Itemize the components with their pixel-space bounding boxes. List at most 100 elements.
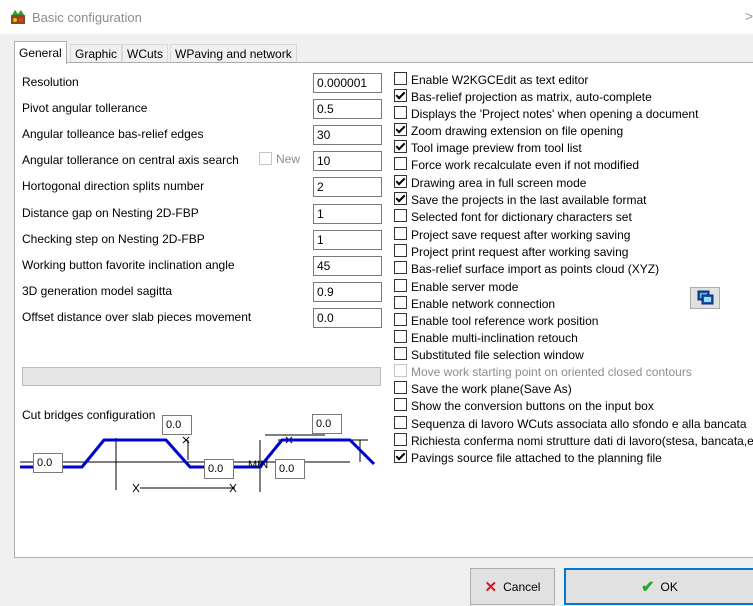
- option-checkbox[interactable]: [394, 157, 407, 170]
- cut-bridge-left-value[interactable]: [33, 453, 63, 473]
- option-checkbox[interactable]: [394, 313, 407, 326]
- option-label: Substituted file selection window: [411, 348, 584, 362]
- option-label: Enable tool reference work position: [411, 314, 599, 328]
- cancel-button[interactable]: ✕ Cancel: [470, 568, 555, 605]
- cancel-button-label: Cancel: [503, 579, 541, 594]
- tab-general[interactable]: General: [14, 41, 67, 64]
- option-row[interactable]: Enable tool reference work position: [394, 313, 598, 329]
- option-checkbox[interactable]: [394, 398, 407, 411]
- option-checkbox[interactable]: [394, 227, 407, 240]
- option-checkbox[interactable]: [394, 123, 407, 136]
- checking-step-input[interactable]: [313, 230, 382, 250]
- min-label: MIN: [248, 459, 269, 471]
- close-icon[interactable]: >: [745, 8, 753, 24]
- option-checkbox[interactable]: [394, 261, 407, 274]
- param-label-checking-step: Checking step on Nesting 2D-FBP: [22, 232, 205, 246]
- option-checkbox[interactable]: [394, 140, 407, 153]
- param-label-bas-relief-edges: Angular tolleance bas-relief edges: [22, 127, 204, 141]
- option-row[interactable]: Sequenza di lavoro WCuts associata allo …: [394, 416, 747, 432]
- option-row[interactable]: Save the work plane(Save As): [394, 381, 572, 397]
- option-row[interactable]: Richiesta conferma nomi strutture dati d…: [394, 433, 753, 449]
- ok-button[interactable]: ✔ OK: [564, 568, 753, 605]
- option-checkbox[interactable]: [394, 416, 407, 429]
- option-label: Pavings source file attached to the plan…: [411, 451, 662, 465]
- option-checkbox[interactable]: [394, 433, 407, 446]
- param-label-distance-gap: Distance gap on Nesting 2D-FBP: [22, 206, 199, 220]
- app-icon: [11, 10, 25, 24]
- tab-wpaving-network[interactable]: WPaving and network: [170, 44, 297, 63]
- option-checkbox[interactable]: [394, 89, 407, 102]
- cut-bridge-min-value[interactable]: [275, 459, 305, 479]
- inclination-angle-input[interactable]: [313, 256, 382, 276]
- cut-bridge-bottom-value[interactable]: [204, 459, 234, 479]
- option-checkbox: [394, 364, 407, 377]
- central-axis-input[interactable]: [313, 151, 382, 171]
- option-checkbox[interactable]: [394, 192, 407, 205]
- cut-bridge-top-right-value[interactable]: [312, 414, 342, 434]
- bas-relief-edges-input[interactable]: [313, 125, 382, 145]
- ok-button-label: OK: [660, 579, 678, 594]
- resolution-input[interactable]: [313, 73, 382, 93]
- option-checkbox[interactable]: [394, 381, 407, 394]
- option-checkbox[interactable]: [394, 450, 407, 463]
- tab-wcuts[interactable]: WCuts: [122, 44, 168, 63]
- option-checkbox[interactable]: [394, 330, 407, 343]
- option-checkbox[interactable]: [394, 296, 407, 309]
- param-label-sagitta: 3D generation model sagitta: [22, 284, 173, 298]
- option-label: Move work starting point on oriented clo…: [411, 365, 692, 379]
- option-row[interactable]: Enable network connection: [394, 296, 555, 312]
- param-label-inclination-angle: Working button favorite inclination angl…: [22, 258, 235, 272]
- option-row[interactable]: Substituted file selection window: [394, 347, 584, 363]
- distance-gap-input[interactable]: [313, 204, 382, 224]
- option-row[interactable]: Bas-relief projection as matrix, auto-co…: [394, 89, 652, 105]
- option-label: Enable network connection: [411, 297, 556, 311]
- option-row[interactable]: Pavings source file attached to the plan…: [394, 450, 662, 466]
- option-row[interactable]: Tool image preview from tool list: [394, 140, 582, 156]
- option-label: Save the work plane(Save As): [411, 382, 572, 396]
- sagitta-input[interactable]: [313, 282, 382, 302]
- option-label: Save the projects in the last available …: [411, 193, 647, 207]
- option-label: Enable W2KGCEdit as text editor: [411, 73, 589, 87]
- option-checkbox[interactable]: [394, 106, 407, 119]
- option-label: Zoom drawing extension on file opening: [411, 124, 624, 138]
- option-row[interactable]: Enable multi-inclination retouch: [394, 330, 578, 346]
- option-label: Project save request after working savin…: [411, 228, 631, 242]
- option-checkbox[interactable]: [394, 209, 407, 222]
- pivot-angular-input[interactable]: [313, 99, 382, 119]
- option-checkbox[interactable]: [394, 175, 407, 188]
- option-checkbox[interactable]: [394, 347, 407, 360]
- option-row[interactable]: Show the conversion buttons on the input…: [394, 398, 654, 414]
- option-row[interactable]: Selected font for dictionary characters …: [394, 209, 632, 225]
- option-label: Enable server mode: [411, 280, 519, 294]
- cut-bridge-top-left-value[interactable]: [162, 415, 192, 435]
- title-bar: Basic configuration >: [0, 0, 753, 34]
- option-checkbox[interactable]: [394, 72, 407, 85]
- option-row[interactable]: Enable W2KGCEdit as text editor: [394, 72, 588, 88]
- tab-graphic[interactable]: Graphic: [70, 44, 123, 63]
- option-row[interactable]: Enable server mode: [394, 279, 518, 295]
- option-row[interactable]: Project print request after working savi…: [394, 244, 628, 260]
- option-row[interactable]: Drawing area in full screen mode: [394, 175, 586, 191]
- new-checkbox[interactable]: [259, 152, 276, 167]
- option-row[interactable]: Bas-relief surface import as points clou…: [394, 261, 659, 277]
- param-label-hortogonal-splits: Hortogonal direction splits number: [22, 179, 205, 193]
- option-row[interactable]: Zoom drawing extension on file opening: [394, 123, 623, 139]
- hortogonal-splits-input[interactable]: [313, 177, 382, 197]
- new-checkbox-label: New: [276, 152, 301, 166]
- option-row[interactable]: Project save request after working savin…: [394, 227, 630, 243]
- progress-bar: [22, 367, 381, 386]
- window-title: Basic configuration: [32, 10, 142, 25]
- network-settings-button[interactable]: [690, 287, 720, 309]
- option-label: Drawing area in full screen mode: [411, 176, 587, 190]
- param-label-pivot-angular: Pivot angular tollerance: [22, 101, 148, 115]
- option-label: Enable multi-inclination retouch: [411, 331, 578, 345]
- option-label: Bas-relief surface import as points clou…: [411, 262, 660, 276]
- option-label: Selected font for dictionary characters …: [411, 210, 632, 224]
- option-checkbox[interactable]: [394, 279, 407, 292]
- option-label: Force work recalculate even if not modif…: [411, 158, 640, 172]
- option-checkbox[interactable]: [394, 244, 407, 257]
- option-row[interactable]: Save the projects in the last available …: [394, 192, 646, 208]
- offset-distance-input[interactable]: [313, 308, 382, 328]
- option-row[interactable]: Force work recalculate even if not modif…: [394, 157, 639, 173]
- option-row[interactable]: Displays the 'Project notes' when openin…: [394, 106, 698, 122]
